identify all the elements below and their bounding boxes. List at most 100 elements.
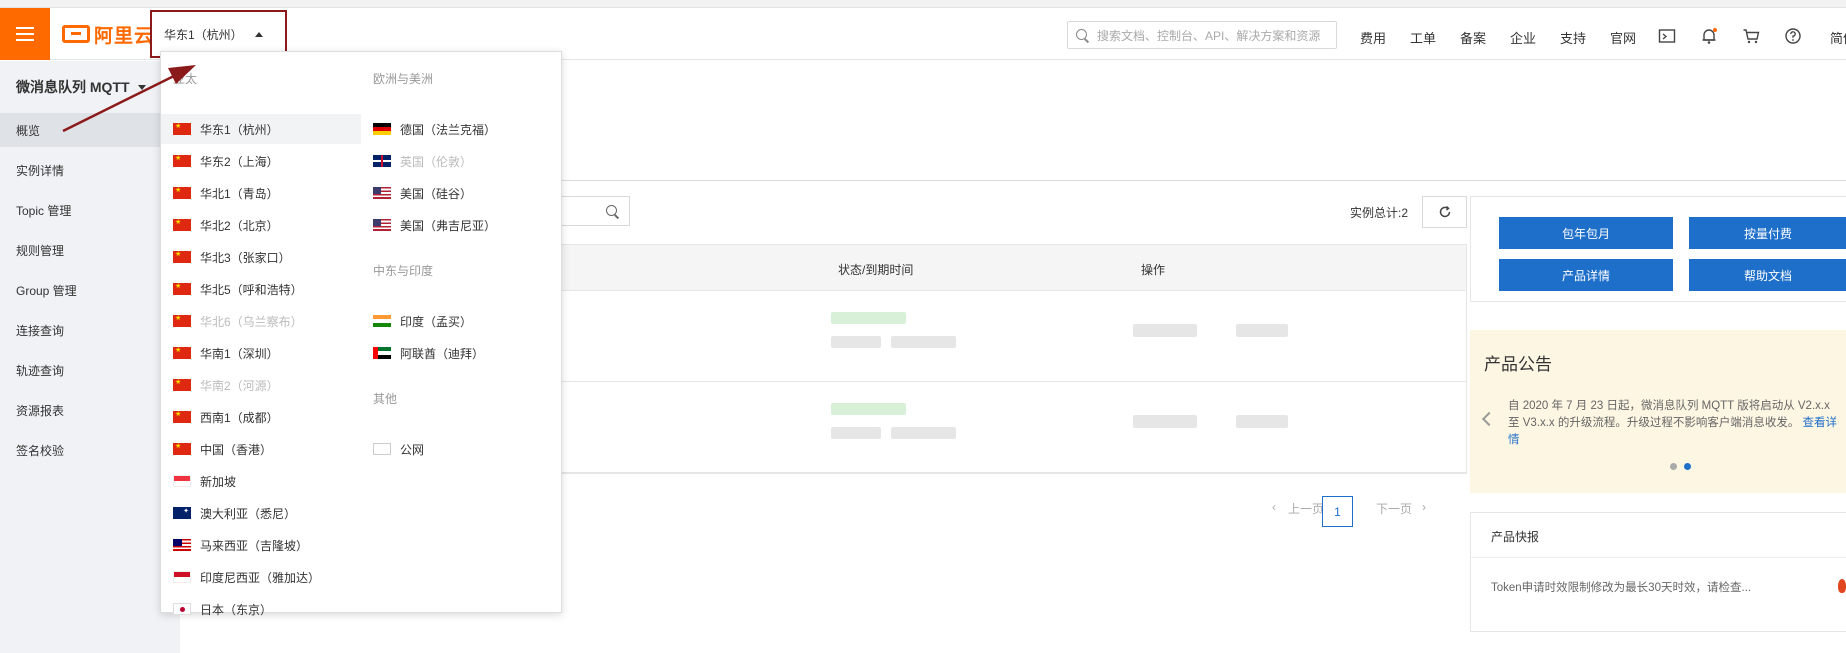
sidebar-item-signature-check[interactable]: 签名校验 [0, 433, 180, 467]
table-header: 状态/到期时间 操作 [541, 245, 1466, 291]
global-flag-icon [373, 443, 391, 455]
logo-icon [62, 25, 90, 43]
region-option[interactable]: 印度尼西亚（雅加达） [161, 562, 361, 592]
region-option[interactable]: 华北5（呼和浩特） [161, 274, 361, 304]
region-option[interactable]: 美国（弗吉尼亚） [361, 210, 549, 240]
region-option[interactable]: 公网 [361, 434, 549, 464]
product-switcher[interactable]: 微消息队列 MQTT [16, 77, 146, 97]
region-option[interactable]: 美国（硅谷） [361, 178, 549, 208]
language-switch[interactable]: 简体 [1830, 28, 1846, 47]
chevron-right-icon[interactable]: › [1422, 500, 1426, 514]
region-option[interactable]: 印度（孟买） [361, 306, 549, 336]
product-news-card: 产品快报 Token申请时效限制修改为最长30天时效，请检查... [1470, 512, 1846, 632]
help-icon[interactable] [1784, 27, 1802, 45]
cn-flag-icon [173, 249, 191, 263]
divider [1471, 557, 1846, 558]
chevron-down-icon [137, 84, 146, 90]
sidebar-item-rules[interactable]: 规则管理 [0, 233, 180, 267]
news-item-link[interactable]: Token申请时效限制修改为最长30天时效，请检查... [1491, 579, 1751, 595]
sidebar-item-trace-query[interactable]: 轨迹查询 [0, 353, 180, 387]
subscription-button[interactable]: 包年包月 [1499, 217, 1673, 249]
page-number-current[interactable]: 1 [1322, 496, 1353, 527]
nav-icp[interactable]: 备案 [1460, 28, 1486, 47]
refresh-button[interactable] [1422, 196, 1467, 228]
sidebar-item-overview[interactable]: 概览 [0, 113, 180, 147]
cn-flag-icon [173, 345, 191, 359]
news-title: 产品快报 [1491, 530, 1540, 544]
region-option-label: 阿联酋（迪拜） [400, 346, 485, 361]
sidebar-item-connection-query[interactable]: 连接查询 [0, 313, 180, 347]
cn-flag-icon [173, 217, 191, 231]
carousel-dot[interactable] [1670, 463, 1677, 470]
region-option: 华北6（乌兰察布） [161, 306, 361, 336]
group-label-other: 其他 [373, 392, 398, 406]
cart-icon[interactable] [1742, 27, 1760, 45]
product-details-button[interactable]: 产品详情 [1499, 259, 1673, 291]
region-option: 华南2（河源） [161, 370, 361, 400]
region-option[interactable]: 华北1（青岛） [161, 178, 361, 208]
region-option[interactable]: 华南1（深圳） [161, 338, 361, 368]
region-option[interactable]: 华北3（张家口） [161, 242, 361, 272]
region-option-label: 华北6（乌兰察布） [200, 314, 303, 329]
sg-flag-icon [173, 475, 191, 487]
redacted-action-link[interactable] [1236, 324, 1288, 337]
group-label-middle-east-india: 中东与印度 [373, 264, 434, 278]
group-label-asia-pacific: 亚太 [173, 72, 198, 86]
global-search-input[interactable]: 搜索文档、控制台、API、解决方案和资源 [1067, 21, 1337, 49]
region-option-label: 日本（东京） [200, 602, 273, 617]
region-option[interactable]: 华东1（杭州） [161, 114, 361, 144]
region-option[interactable]: 中国（香港） [161, 434, 361, 464]
menu-icon[interactable] [0, 8, 50, 60]
nav-official-site[interactable]: 官网 [1610, 28, 1636, 47]
region-option[interactable]: 德国（法兰克福） [361, 114, 549, 144]
region-option-label: 马来西亚（吉隆坡） [200, 538, 309, 553]
notice-title: 产品公告 [1484, 355, 1552, 374]
region-option[interactable]: 新加坡 [161, 466, 361, 496]
sidebar-item-topic[interactable]: Topic 管理 [0, 193, 180, 227]
chevron-left-icon[interactable]: ‹ [1272, 500, 1276, 514]
region-option[interactable]: 华北2（北京） [161, 210, 361, 240]
region-option[interactable]: 日本（东京） [161, 594, 361, 624]
instance-total: 实例总计:2 [1350, 206, 1409, 220]
bell-icon[interactable] [1700, 27, 1718, 45]
prev-page-button[interactable]: 上一页 [1288, 500, 1324, 517]
region-option[interactable]: 马来西亚（吉隆坡） [161, 530, 361, 560]
region-option[interactable]: 澳大利亚（悉尼） [161, 498, 361, 528]
nav-enterprise[interactable]: 企业 [1510, 28, 1536, 47]
aliyun-logo[interactable]: 阿里云 [62, 22, 155, 47]
region-option-label: 美国（弗吉尼亚） [400, 218, 497, 233]
region-option[interactable]: 西南1（成都） [161, 402, 361, 432]
search-icon [1076, 28, 1089, 42]
region-option-label: 印度尼西亚（雅加达） [200, 570, 321, 585]
group-label-europe-americas: 欧洲与美洲 [373, 72, 434, 86]
help-docs-button[interactable]: 帮助文档 [1689, 259, 1846, 291]
sidebar-item-group[interactable]: Group 管理 [0, 273, 180, 307]
redacted-status [831, 312, 906, 324]
cn-flag-icon [173, 281, 191, 295]
product-sidebar: 微消息队列 MQTT 概览 实例详情 Topic 管理 规则管理 Group 管… [0, 61, 180, 653]
sidebar-item-resource-report[interactable]: 资源报表 [0, 393, 180, 427]
nav-billing[interactable]: 费用 [1360, 28, 1386, 47]
terminal-icon[interactable] [1658, 27, 1676, 45]
region-dropdown: 亚太 华东1（杭州） 华东2（上海） 华北1（青岛） 华北2（北京） 华北3（张家口） 华… [160, 51, 562, 617]
region-option[interactable]: 华东2（上海） [161, 146, 361, 176]
logo-text: 阿里云 [94, 25, 155, 47]
nav-support[interactable]: 支持 [1560, 28, 1586, 47]
product-title: 微消息队列 MQTT [16, 79, 130, 95]
nav-ticket[interactable]: 工单 [1410, 28, 1436, 47]
next-page-button[interactable]: 下一页 [1376, 500, 1412, 517]
sidebar-item-label: 概览 [16, 123, 41, 138]
chevron-left-icon[interactable] [1481, 411, 1497, 427]
redacted-action-link[interactable] [1236, 415, 1288, 428]
redacted-date [831, 427, 881, 439]
region-option-label: 印度（孟买） [400, 314, 473, 329]
carousel-dot-active[interactable] [1684, 463, 1691, 470]
sidebar-item-label: 轨迹查询 [16, 363, 65, 378]
redacted-action-link[interactable] [1133, 415, 1197, 428]
region-option-label: 澳大利亚（悉尼） [200, 506, 297, 521]
sidebar-item-instance-details[interactable]: 实例详情 [0, 153, 180, 187]
region-option[interactable]: 阿联酋（迪拜） [361, 338, 549, 368]
region-option-label: 德国（法兰克福） [400, 122, 497, 137]
redacted-action-link[interactable] [1133, 324, 1197, 337]
pay-as-you-go-button[interactable]: 按量付费 [1689, 217, 1846, 249]
